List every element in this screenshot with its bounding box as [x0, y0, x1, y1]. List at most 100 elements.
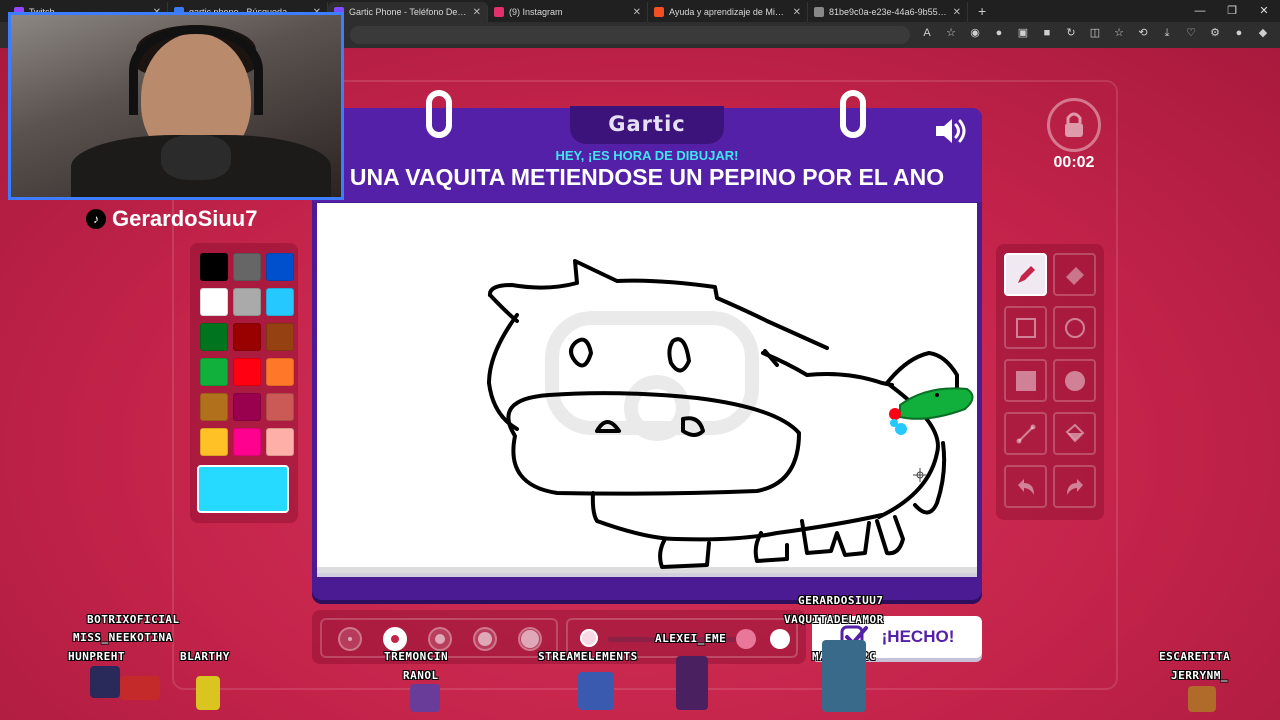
redo-tool[interactable]: [1053, 465, 1096, 508]
color-swatch[interactable]: [200, 358, 228, 386]
refresh-icon[interactable]: ↻: [1064, 26, 1078, 40]
history-icon[interactable]: ⟲: [1136, 26, 1150, 40]
opacity-low-icon: [580, 629, 598, 647]
eraser-tool[interactable]: [1053, 253, 1096, 296]
bucket-tool[interactable]: [1053, 412, 1096, 455]
new-tab-button[interactable]: +: [968, 2, 996, 22]
color-swatch[interactable]: [200, 288, 228, 316]
undo-tool[interactable]: [1004, 465, 1047, 508]
color-swatch[interactable]: [200, 428, 228, 456]
close-icon[interactable]: ✕: [633, 7, 641, 18]
circle-outline-icon: [1064, 317, 1085, 338]
window-controls: — ❐ ✕: [1184, 0, 1280, 22]
color-swatch[interactable]: [266, 288, 294, 316]
heart-icon[interactable]: ♡: [1184, 26, 1198, 40]
close-icon[interactable]: ✕: [953, 7, 961, 18]
circle-fill-tool[interactable]: [1053, 359, 1096, 402]
viewer-name: BOTRIXOFICIAL: [87, 613, 180, 626]
rectangle-outline-tool[interactable]: [1004, 306, 1047, 349]
tab-instagram[interactable]: (9) Instagram ✕: [488, 2, 648, 22]
extension-icon[interactable]: ■: [1040, 26, 1054, 40]
globe-icon: [814, 7, 824, 17]
tab-microsoft[interactable]: Ayuda y aprendizaje de Microsoft ✕: [648, 2, 808, 22]
extension-icon[interactable]: ▣: [1016, 26, 1030, 40]
brush-size-5[interactable]: [518, 627, 542, 651]
profile-icon[interactable]: ●: [1232, 26, 1246, 40]
color-swatch[interactable]: [266, 253, 294, 281]
viewer-sprite-icon: [90, 666, 120, 698]
rectangle-outline-icon: [1015, 317, 1036, 338]
viewer-sprite-icon: [196, 676, 220, 710]
color-swatch[interactable]: [200, 393, 228, 421]
viewer-sprite-icon: [410, 684, 440, 712]
close-icon[interactable]: ✕: [473, 7, 481, 18]
toolbar-icons: A ☆ ◉ ● ▣ ■ ↻ ◫ ☆ ⟲ ⤓ ♡ ⚙ ● ◆: [920, 26, 1270, 40]
extension-icon[interactable]: ◉: [968, 26, 982, 40]
instagram-icon: [494, 7, 504, 17]
brush-size-3[interactable]: [428, 627, 452, 651]
pencil-icon: [1017, 265, 1035, 283]
color-swatch[interactable]: [233, 393, 261, 421]
minimize-button[interactable]: —: [1184, 0, 1216, 22]
favorites-icon[interactable]: ☆: [1112, 26, 1126, 40]
color-swatch[interactable]: [200, 253, 228, 281]
drawing-canvas[interactable]: [317, 203, 977, 573]
copilot-icon[interactable]: ◆: [1256, 26, 1270, 40]
tab-guid[interactable]: 81be9c0a-e23e-44a6-9b55-a6e0 ✕: [808, 2, 968, 22]
color-swatch[interactable]: [233, 253, 261, 281]
lock-icon: [1065, 112, 1083, 137]
brush-size-4[interactable]: [473, 627, 497, 651]
color-swatch[interactable]: [233, 358, 261, 386]
opacity-slider-knob[interactable]: [736, 629, 756, 649]
color-swatch[interactable]: [266, 393, 294, 421]
viewer-sprite-icon: [578, 672, 614, 710]
pencil-tool[interactable]: [1004, 253, 1047, 296]
tab-gartic[interactable]: Gartic Phone - Teléfono Descomp ✕: [328, 2, 488, 22]
viewer-name: BLARTHY: [180, 650, 230, 663]
color-swatch[interactable]: [233, 288, 261, 316]
redo-icon: [1066, 478, 1083, 495]
instruction-subtitle: HEY, ¡ES HORA DE DIBUJAR!: [555, 148, 739, 163]
color-swatch[interactable]: [266, 428, 294, 456]
maximize-button[interactable]: ❐: [1216, 0, 1248, 22]
close-window-button[interactable]: ✕: [1248, 0, 1280, 22]
viewer-name: GERARDOSIUU7: [798, 594, 884, 607]
viewer-sprite-icon: [120, 676, 160, 700]
download-icon[interactable]: ⤓: [1160, 26, 1174, 40]
color-swatch[interactable]: [233, 428, 261, 456]
speaker-icon[interactable]: [934, 116, 970, 146]
rectangle-fill-tool[interactable]: [1004, 359, 1047, 402]
close-icon[interactable]: ✕: [793, 7, 801, 18]
microsoft-icon: [654, 7, 664, 17]
color-swatch[interactable]: [200, 323, 228, 351]
brush-size-2[interactable]: [383, 627, 407, 651]
binder-ring-right: [840, 90, 866, 138]
read-aloud-icon[interactable]: A: [920, 26, 934, 40]
extension-icon[interactable]: ●: [992, 26, 1006, 40]
viewer-name: MISS_NEEKOTINA: [73, 631, 173, 644]
tiktok-icon: ♪: [86, 209, 106, 229]
bucket-icon: [1065, 423, 1084, 442]
line-tool[interactable]: [1004, 412, 1047, 455]
split-screen-icon[interactable]: ◫: [1088, 26, 1102, 40]
undo-icon: [1017, 478, 1034, 495]
countdown-timer: 00:02: [1053, 154, 1095, 171]
viewer-name: STREAMELEMENTS: [538, 650, 638, 663]
eraser-icon: [1065, 266, 1084, 285]
board-header: Gartic HEY, ¡ES HORA DE DIBUJAR! UNA VAQ…: [312, 106, 982, 202]
url-field[interactable]: [350, 26, 910, 44]
gartic-logo: Gartic: [570, 106, 724, 144]
tool-panel: [996, 244, 1104, 520]
favorite-star-icon[interactable]: ☆: [944, 26, 958, 40]
color-palette: [190, 243, 298, 523]
circle-outline-tool[interactable]: [1053, 306, 1096, 349]
settings-icon[interactable]: ⚙: [1208, 26, 1222, 40]
brush-size-1[interactable]: [338, 627, 362, 651]
streamer-handle: ♪ GerardoSiuu7: [86, 206, 257, 232]
tab-title: (9) Instagram: [509, 7, 563, 17]
color-swatch[interactable]: [266, 323, 294, 351]
color-swatch[interactable]: [233, 323, 261, 351]
viewer-sprite-icon: [822, 640, 866, 712]
color-swatch[interactable]: [266, 358, 294, 386]
current-color-preview[interactable]: [197, 465, 289, 513]
